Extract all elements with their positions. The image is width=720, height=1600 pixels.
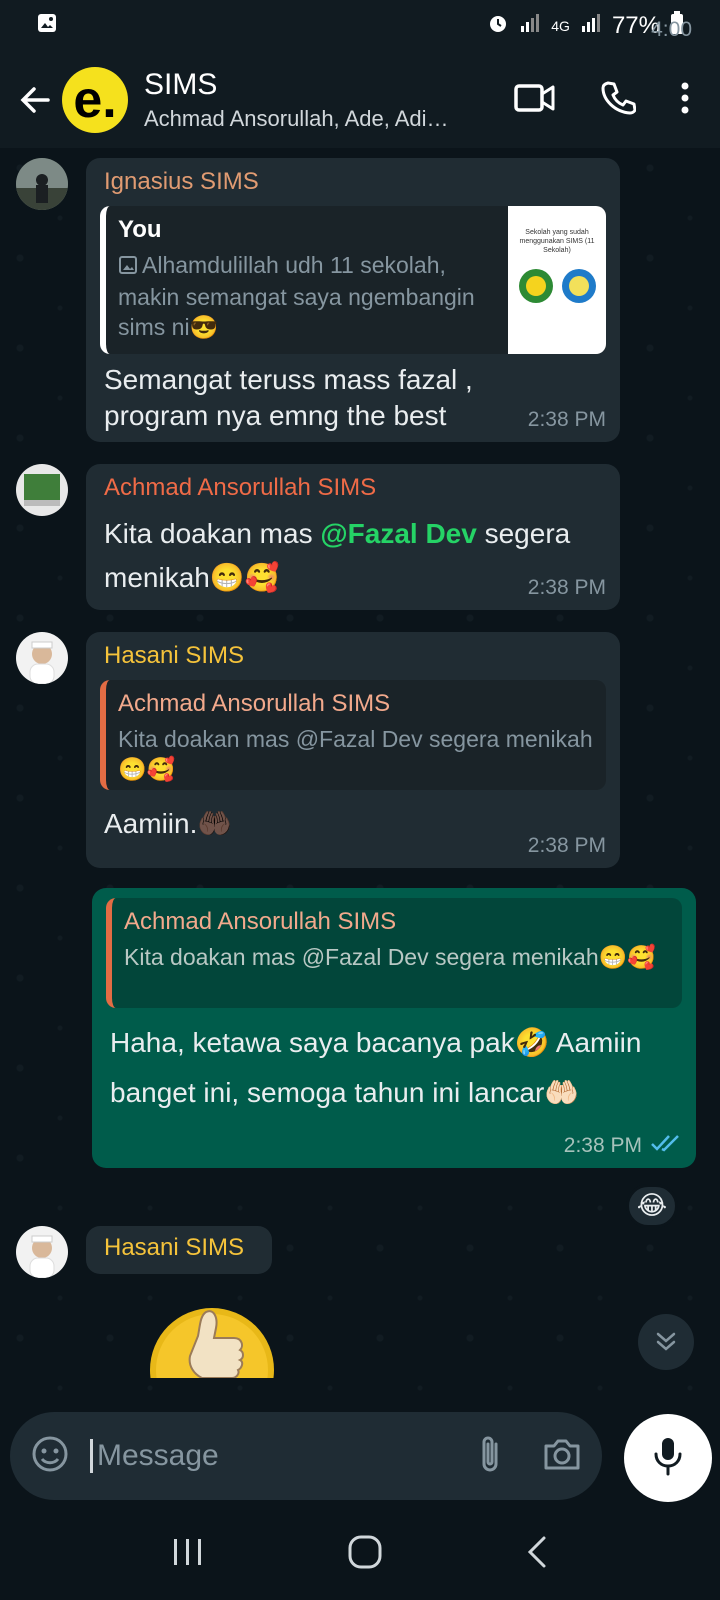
- avatar[interactable]: [16, 158, 68, 210]
- signal-icon-2: [580, 12, 602, 41]
- sender-name: Hasani SIMS: [104, 1234, 245, 1261]
- status-bar: 4:00 4G 77%: [0, 0, 720, 52]
- mic-icon: [653, 1436, 683, 1481]
- read-receipt-icon: [650, 1133, 682, 1158]
- quoted-text: Alhamdulillah udh 11 sekolah, makin sema…: [118, 252, 475, 340]
- alarm-icon: [487, 12, 509, 41]
- school-logo-icon: [517, 267, 555, 310]
- quoted-sender: Achmad Ansorullah SIMS: [124, 908, 397, 935]
- status-time: 4:00: [651, 18, 692, 41]
- message-bubble[interactable]: Ignasius SIMS You Alhamdulillah udh 11 s…: [86, 158, 620, 442]
- recent-apps-icon[interactable]: [171, 1536, 205, 1573]
- mention-link[interactable]: @Fazal Dev: [320, 518, 476, 549]
- chat-title-area[interactable]: SIMS Achmad Ansorullah, Ade, Adi…: [144, 68, 474, 132]
- signal-icon: [519, 12, 541, 41]
- message-time: 2:38 PM: [563, 1134, 642, 1157]
- message-text: Semangat teruss mass fazal , program nya…: [104, 364, 473, 431]
- quoted-image-thumbnail: Sekolah yang sudah menggunakan SIMS (11 …: [508, 206, 606, 354]
- message-time: 2:38 PM: [527, 408, 606, 431]
- sender-name: Achmad Ansorullah SIMS: [104, 474, 377, 501]
- scroll-to-bottom-button[interactable]: [638, 1314, 694, 1370]
- quoted-text: Kita doakan mas @Fazal Dev segera menika…: [124, 944, 656, 970]
- attach-icon[interactable]: [478, 1434, 502, 1479]
- sender-name: Ignasius SIMS: [104, 168, 259, 195]
- thumbnail-caption: Sekolah yang sudah menggunakan SIMS (11 …: [519, 229, 595, 254]
- chat-title: SIMS: [144, 68, 218, 101]
- message-time: 2:38 PM: [527, 834, 606, 857]
- video-call-icon[interactable]: [514, 82, 556, 119]
- quoted-text: Kita doakan mas @Fazal Dev segera menika…: [118, 726, 593, 782]
- outgoing-message-bubble[interactable]: Achmad Ansorullah SIMS Kita doakan mas @…: [92, 888, 696, 1168]
- voice-call-icon[interactable]: [600, 80, 637, 121]
- back-arrow-icon[interactable]: [14, 79, 56, 121]
- quoted-sender: You: [118, 216, 162, 243]
- message-input[interactable]: Message: [90, 1439, 478, 1473]
- camera-icon[interactable]: [542, 1436, 582, 1477]
- avatar[interactable]: [16, 632, 68, 684]
- quoted-message[interactable]: You Alhamdulillah udh 11 sekolah, makin …: [100, 206, 606, 354]
- message-text: Kita doakan mas @Fazal Dev segera menika…: [104, 512, 594, 600]
- reaction-emoji: 😂: [636, 1191, 668, 1221]
- chat-header: e. SIMS Achmad Ansorullah, Ade, Adi…: [0, 52, 720, 148]
- message-reaction[interactable]: 😂: [626, 1184, 678, 1228]
- image-icon: [118, 252, 138, 282]
- gallery-notification-icon: [36, 12, 58, 41]
- group-avatar[interactable]: e.: [62, 67, 128, 133]
- quoted-message[interactable]: Achmad Ansorullah SIMS Kita doakan mas @…: [106, 898, 682, 1008]
- system-back-icon[interactable]: [525, 1534, 549, 1575]
- message-bubble[interactable]: Achmad Ansorullah SIMS Kita doakan mas @…: [86, 464, 620, 610]
- message-bubble[interactable]: Hasani SIMS: [86, 1226, 272, 1274]
- message-composer: Message: [10, 1412, 602, 1500]
- sender-name: Hasani SIMS: [104, 642, 245, 669]
- emoji-sticker-icon[interactable]: [30, 1434, 70, 1479]
- message-time: 2:38 PM: [527, 576, 606, 599]
- system-navigation-bar: [0, 1508, 720, 1600]
- quoted-sender: Achmad Ansorullah SIMS: [118, 690, 391, 717]
- avatar[interactable]: [16, 1226, 68, 1278]
- quoted-message[interactable]: Achmad Ansorullah SIMS Kita doakan mas @…: [100, 680, 606, 790]
- message-bubble[interactable]: Hasani SIMS Achmad Ansorullah SIMS Kita …: [86, 632, 620, 868]
- mic-button[interactable]: [624, 1414, 712, 1502]
- message-text: Haha, ketawa saya bacanya pak🤣 Aamiin ba…: [110, 1027, 642, 1108]
- group-avatar-letter: e.: [73, 71, 117, 129]
- avatar[interactable]: [16, 464, 68, 516]
- more-vert-icon[interactable]: [680, 82, 690, 119]
- message-text-part: Kita doakan mas: [104, 518, 321, 549]
- network-type: 4G: [551, 18, 570, 34]
- chat-participants: Achmad Ansorullah, Ade, Adi…: [144, 106, 449, 131]
- sticker[interactable]: [150, 1278, 274, 1378]
- school-logo-icon: [560, 267, 598, 310]
- home-icon[interactable]: [347, 1534, 383, 1575]
- chat-messages[interactable]: Ignasius SIMS You Alhamdulillah udh 11 s…: [0, 148, 720, 1408]
